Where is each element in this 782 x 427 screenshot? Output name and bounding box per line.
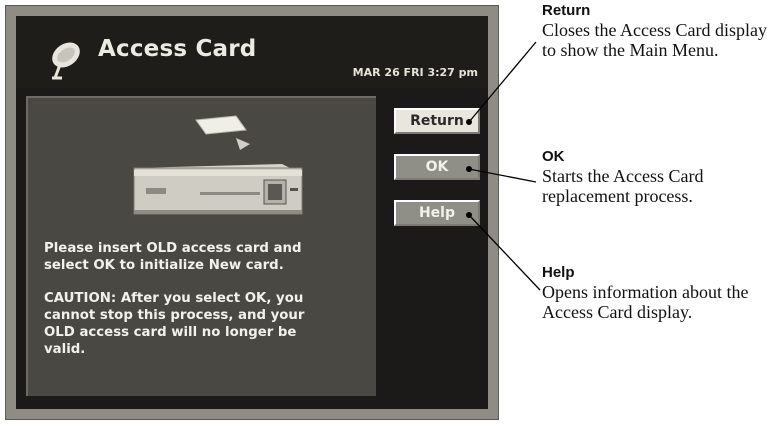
access-card-shape bbox=[195, 115, 247, 135]
help-button[interactable]: Help bbox=[394, 200, 480, 226]
caution-text: CAUTION: After you select OK, you cannot… bbox=[44, 291, 305, 357]
return-callout-text: Closes the Access Card display to show t… bbox=[542, 20, 767, 60]
ok-callout-title: OK bbox=[542, 148, 565, 165]
receiver-illustration bbox=[133, 115, 303, 215]
satellite-dish-icon bbox=[52, 42, 80, 80]
instruction-text: Please insert OLD access card and select… bbox=[44, 241, 302, 273]
return-callout: Return Closes the Access Card display to… bbox=[542, 2, 778, 60]
ok-button[interactable]: OK bbox=[394, 154, 480, 180]
date-time: MAR 26 FRI 3:27 pm bbox=[352, 66, 478, 79]
page-title: Access Card bbox=[98, 36, 257, 62]
ok-callout-text: Starts the Access Card replacement proce… bbox=[542, 166, 704, 206]
help-callout-title: Help bbox=[542, 264, 575, 281]
content-panel: Please insert OLD access card and select… bbox=[26, 96, 376, 396]
help-callout: Help Opens information about the Access … bbox=[542, 264, 778, 322]
tv-screen-frame: Access Card MAR 26 FRI 3:27 pm Please in… bbox=[5, 5, 499, 420]
access-card-screen: Access Card MAR 26 FRI 3:27 pm Please in… bbox=[16, 16, 488, 409]
button-column: Return OK Help bbox=[380, 96, 488, 396]
insert-arrow-icon bbox=[236, 138, 250, 150]
return-button[interactable]: Return bbox=[394, 108, 480, 134]
screen-header: Access Card MAR 26 FRI 3:27 pm bbox=[16, 16, 488, 88]
return-callout-title: Return bbox=[542, 2, 591, 19]
ok-callout: OK Starts the Access Card replacement pr… bbox=[542, 148, 778, 206]
help-callout-text: Opens information about the Access Card … bbox=[542, 282, 749, 322]
